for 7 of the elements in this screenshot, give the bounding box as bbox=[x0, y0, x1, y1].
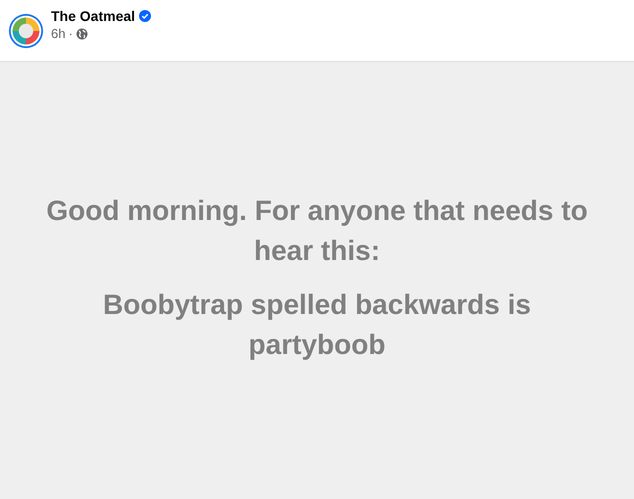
author-name[interactable]: The Oatmeal bbox=[51, 8, 136, 24]
post-text: Boobytrap spelled backwards is partyboob bbox=[102, 288, 532, 362]
globe-icon[interactable] bbox=[76, 28, 88, 40]
avatar-icon[interactable] bbox=[8, 12, 44, 48]
post-time[interactable]: 6h bbox=[51, 26, 66, 41]
post-text: Good morning. For anyone that needs to hear this: bbox=[45, 194, 589, 268]
separator: · bbox=[68, 26, 73, 41]
